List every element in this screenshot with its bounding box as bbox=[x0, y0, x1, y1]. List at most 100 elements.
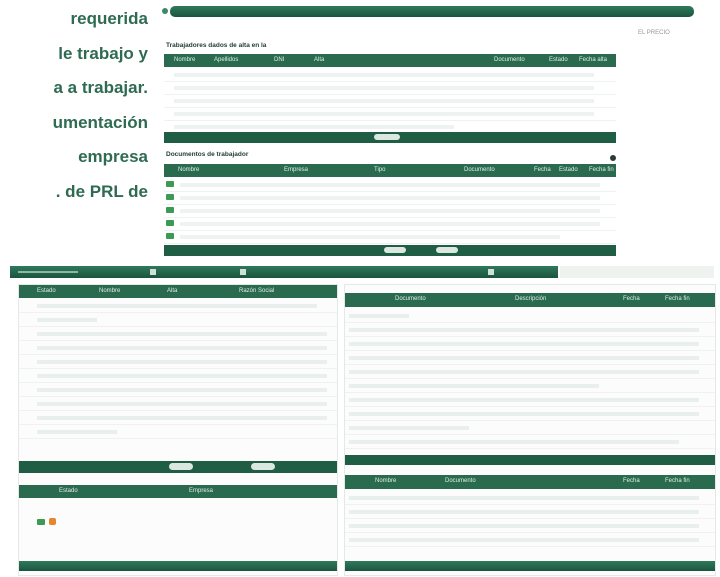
table-row[interactable] bbox=[19, 299, 337, 313]
table-row[interactable] bbox=[345, 323, 715, 337]
table-row[interactable] bbox=[19, 425, 337, 439]
column-header[interactable]: Estado bbox=[549, 57, 568, 63]
side-text-line: a a trabajar. bbox=[53, 78, 148, 97]
table-row[interactable] bbox=[164, 81, 616, 95]
column-header[interactable]: Fecha fin bbox=[665, 478, 690, 484]
table-row[interactable] bbox=[345, 337, 715, 351]
column-header[interactable]: Documento bbox=[445, 478, 476, 484]
toolbar-icon[interactable] bbox=[240, 269, 246, 275]
table-row[interactable] bbox=[19, 397, 337, 411]
toolbar-icon[interactable] bbox=[488, 269, 494, 275]
page-selector[interactable] bbox=[169, 463, 193, 470]
app-logo-icon bbox=[162, 8, 168, 14]
column-header[interactable]: Documento bbox=[494, 57, 525, 63]
side-text-line: empresa bbox=[78, 147, 148, 166]
table-row[interactable] bbox=[345, 309, 715, 323]
page-size-select[interactable] bbox=[436, 247, 458, 253]
column-header[interactable]: Nombre bbox=[174, 57, 195, 63]
workers-table-body bbox=[164, 68, 616, 134]
side-text-line: . de PRL de bbox=[55, 181, 148, 201]
table-row[interactable] bbox=[345, 519, 715, 533]
documents-table-body bbox=[164, 178, 616, 244]
column-header[interactable]: Fecha bbox=[534, 167, 551, 173]
column-header[interactable]: Apellidos bbox=[214, 57, 238, 63]
side-text-block: requerida le trabajo y a a trabajar. ume… bbox=[0, 2, 148, 209]
toolbar-icon[interactable] bbox=[150, 269, 156, 275]
left-pagination-bar bbox=[19, 461, 337, 473]
column-header[interactable]: Fecha bbox=[623, 478, 640, 484]
left-lower-panel: Estado Nombre Alta Razón Social Estado E… bbox=[18, 284, 338, 576]
table-row[interactable] bbox=[164, 178, 616, 192]
column-header[interactable]: Estado bbox=[559, 167, 578, 173]
table-row[interactable] bbox=[164, 107, 616, 121]
column-header[interactable]: Alta bbox=[314, 57, 324, 63]
status-icons bbox=[37, 512, 57, 530]
table-row[interactable] bbox=[164, 191, 616, 205]
column-header[interactable]: Nombre bbox=[99, 288, 120, 294]
table-row[interactable] bbox=[345, 491, 715, 505]
table-row[interactable] bbox=[19, 383, 337, 397]
right-bottom-bar bbox=[345, 561, 715, 571]
table-row[interactable] bbox=[19, 313, 337, 327]
column-header[interactable]: Documento bbox=[395, 296, 426, 302]
table-row[interactable] bbox=[345, 505, 715, 519]
side-text-line: umentación bbox=[52, 112, 148, 132]
column-header[interactable]: Fecha fin bbox=[665, 296, 690, 302]
document-icon bbox=[166, 194, 174, 200]
table-row[interactable] bbox=[164, 94, 616, 108]
column-header[interactable]: Fecha fin bbox=[589, 167, 614, 173]
column-header[interactable]: Fecha bbox=[623, 296, 640, 302]
table-row[interactable] bbox=[345, 393, 715, 407]
table-row[interactable] bbox=[345, 379, 715, 393]
right-pagination-bar bbox=[345, 455, 715, 465]
table-row[interactable] bbox=[345, 435, 715, 449]
documents-section-title: Documentos de trabajador bbox=[166, 151, 249, 158]
documents-pagination-bar bbox=[164, 245, 616, 256]
column-header[interactable]: Fecha alta bbox=[579, 57, 607, 63]
table-row[interactable] bbox=[345, 365, 715, 379]
column-header[interactable]: Empresa bbox=[284, 167, 308, 173]
table-row[interactable] bbox=[19, 369, 337, 383]
table-row[interactable] bbox=[19, 327, 337, 341]
page-selector[interactable] bbox=[384, 247, 406, 253]
table-row[interactable] bbox=[164, 68, 616, 82]
column-header[interactable]: Razón Social bbox=[239, 288, 274, 294]
document-icon bbox=[166, 220, 174, 226]
left-bottom-bar bbox=[19, 561, 337, 571]
column-header[interactable]: Nombre bbox=[375, 478, 396, 484]
right-table-header: Documento Descripción Fecha Fecha fin bbox=[345, 293, 715, 307]
column-header[interactable]: Estado bbox=[37, 288, 56, 294]
top-search-bar[interactable] bbox=[170, 6, 694, 17]
page-size-select[interactable] bbox=[251, 463, 275, 470]
column-header[interactable]: Nombre bbox=[178, 167, 199, 173]
workers-pagination-bar bbox=[164, 132, 616, 143]
table-row[interactable] bbox=[345, 407, 715, 421]
table-row[interactable] bbox=[345, 351, 715, 365]
table-row[interactable] bbox=[164, 230, 616, 244]
table-row[interactable] bbox=[345, 533, 715, 547]
left-table-header: Estado Nombre Alta Razón Social bbox=[19, 285, 337, 298]
column-header[interactable]: DNI bbox=[274, 57, 284, 63]
column-header[interactable]: Alta bbox=[167, 288, 177, 294]
document-icon bbox=[166, 181, 174, 187]
table-row[interactable] bbox=[345, 421, 715, 435]
column-header[interactable]: Tipo bbox=[374, 167, 385, 173]
table-row[interactable] bbox=[164, 217, 616, 231]
column-header[interactable]: Descripción bbox=[515, 296, 546, 302]
toolbar-right-area bbox=[560, 266, 714, 278]
page-selector[interactable] bbox=[374, 134, 400, 140]
document-icon bbox=[166, 207, 174, 213]
documents-table-header: Nombre Empresa Tipo Documento Fecha Esta… bbox=[164, 164, 616, 177]
table-row[interactable] bbox=[164, 204, 616, 218]
table-row[interactable] bbox=[19, 411, 337, 425]
column-header[interactable]: Documento bbox=[464, 167, 495, 173]
table-row[interactable] bbox=[19, 341, 337, 355]
column-header[interactable]: Empresa bbox=[189, 488, 213, 494]
right-lower-table-header: Nombre Documento Fecha Fecha fin bbox=[345, 475, 715, 489]
main-toolbar bbox=[10, 266, 558, 278]
side-text-line: le trabajo y bbox=[58, 43, 148, 63]
documents-expand-icon[interactable] bbox=[610, 155, 616, 161]
left-footer-header: Estado Empresa bbox=[19, 485, 337, 498]
column-header[interactable]: Estado bbox=[59, 488, 78, 494]
table-row[interactable] bbox=[19, 355, 337, 369]
